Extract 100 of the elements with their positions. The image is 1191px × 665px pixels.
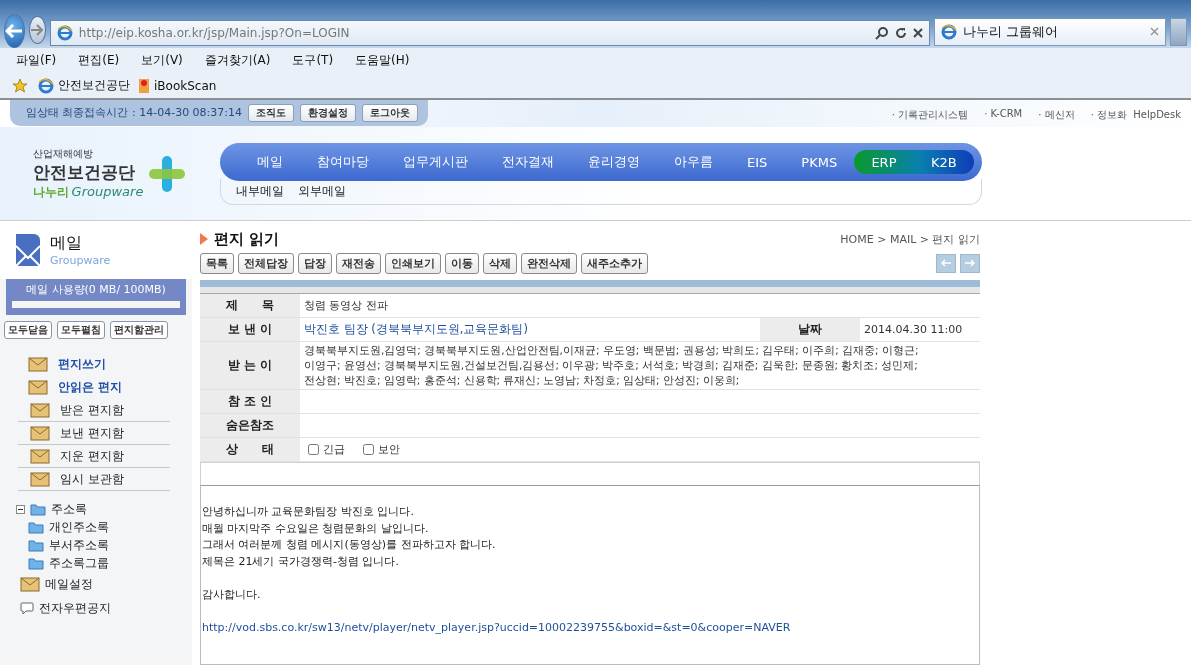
refresh-icon[interactable] <box>894 26 907 39</box>
mail-action-button[interactable]: 삭제 <box>483 252 517 274</box>
field-label: 제 목 <box>200 294 300 317</box>
folder-icon <box>28 538 44 552</box>
submenu-item[interactable]: 내부메일 <box>236 183 284 201</box>
logo-tagline: 산업재해예방 <box>32 146 94 161</box>
sidebar-subtitle: Groupware <box>50 254 111 267</box>
body-text: 안녕하십니까 교육문화팀장 박진호 입니다. <box>202 504 415 520</box>
folder-tool-button[interactable]: 모두펼침 <box>57 321 105 339</box>
checkbox[interactable] <box>308 444 319 455</box>
favorite-link[interactable]: iBookScan <box>138 77 217 94</box>
header-button[interactable]: 환경설정 <box>300 103 357 122</box>
envelope-icon <box>20 576 40 592</box>
mail-folder-item[interactable]: 임시 보관함 <box>18 468 170 491</box>
header-button[interactable]: 조직도 <box>248 103 295 122</box>
address-book-node[interactable]: 주소록 <box>16 501 192 517</box>
address-book-node[interactable]: 부서주소록 <box>16 537 192 553</box>
mail-icon <box>14 232 42 268</box>
mail-action-button[interactable]: 새주소추가 <box>581 252 648 274</box>
mail-action-button[interactable]: 이동 <box>445 252 479 274</box>
mail-action-button[interactable]: 목록 <box>200 252 234 274</box>
address-book-node[interactable]: 개인주소록 <box>16 519 192 535</box>
menu-item[interactable]: 보기(V) <box>141 52 183 70</box>
favorites-star-icon[interactable] <box>12 77 30 94</box>
browser-icon <box>56 24 73 41</box>
sender-link[interactable]: 박진호 팀장 (경북북부지도원,교육문화팀) <box>304 322 528 337</box>
status-checkbox[interactable]: 보안 <box>359 442 400 457</box>
mail-folder-item[interactable]: 안읽은 편지 <box>18 376 170 399</box>
nav-item[interactable]: 아우름 <box>657 153 730 172</box>
address-book-node[interactable]: 주소록그룹 <box>16 555 192 571</box>
body-text: 그래서 여러분께 청렴 메시지(동영상)를 전파하고자 합니다. <box>202 537 497 553</box>
envelope-icon <box>30 402 50 418</box>
mail-folder-item[interactable]: 받은 편지함 <box>18 399 170 422</box>
system-link[interactable]: ERP <box>854 154 914 170</box>
folder-icon <box>28 556 44 570</box>
menu-item[interactable]: 편집(E) <box>78 52 120 70</box>
logo-subtitle: Groupware <box>71 183 144 201</box>
menu-item[interactable]: 파일(F) <box>16 52 57 70</box>
mail-folder-item[interactable]: 지운 편지함 <box>18 445 170 468</box>
submenu-item[interactable]: 외부메일 <box>298 183 346 201</box>
mail-action-button[interactable]: 완전삭제 <box>521 252 577 274</box>
field-label: 상 태 <box>200 438 300 461</box>
address-field[interactable]: http://eip.kosha.or.kr/jsp/Main.jsp?On=LOGIN <box>49 19 930 46</box>
title-marker-icon <box>200 233 208 245</box>
video-link[interactable]: http://vod.sbs.co.kr/sw13/netv/player/netv_player.jsp?uccid=10002239755&boxid=&st=0&cooper=NAVER <box>202 620 791 634</box>
top-link[interactable]: · K-CRM <box>984 107 1023 122</box>
menu-item[interactable]: 도움말(H) <box>355 52 410 70</box>
nav-item[interactable]: PKMS <box>784 154 855 170</box>
nav-item[interactable]: 참여마당 <box>300 153 386 172</box>
nav-item[interactable]: 업무게시판 <box>386 153 485 172</box>
sidebar-link[interactable]: 전자우편공지 <box>16 597 192 619</box>
mail-folder-item[interactable]: 편지쓰기 <box>18 353 170 376</box>
mail-action-button[interactable]: 답장 <box>298 252 332 274</box>
body-text: 감사합니다. <box>202 586 262 603</box>
breadcrumb: HOME > MAIL > 편지 읽기 <box>840 231 980 247</box>
nav-item[interactable]: 전자결재 <box>485 153 571 172</box>
recipients-text: 전상현; 박진호; 임영락; 홍준석; 신용학; 류재신; 노영남; 차정호; 임상태; 안성진; 이웅희; <box>304 373 741 388</box>
checkbox[interactable] <box>363 444 374 455</box>
field-label: 보 낸 이 <box>200 318 300 341</box>
nav-item[interactable]: EIS <box>730 154 785 170</box>
mail-action-button[interactable]: 재전송 <box>336 252 381 274</box>
envelope-icon <box>30 425 50 441</box>
close-icon[interactable] <box>912 27 923 38</box>
envelope-icon <box>28 380 48 395</box>
favorite-link[interactable]: 안전보건공단 <box>38 77 130 95</box>
menu-item[interactable]: 즐겨찾기(A) <box>204 52 271 70</box>
body-text: 매월 마지막주 수요일은 청렴문화의 날입니다. <box>202 520 430 537</box>
menu-item[interactable]: 도구(T) <box>292 52 334 70</box>
sidebar-title: 메일 <box>50 233 83 254</box>
folder-icon <box>30 502 46 516</box>
left-arrow-icon <box>941 259 951 267</box>
back-button[interactable] <box>4 13 25 48</box>
last-login-text: 임상태 최종접속시간 : 14-04-30 08:37:14 <box>26 105 243 121</box>
top-link[interactable]: · 기록관리시스템 <box>891 107 969 122</box>
mail-folder-item[interactable]: 보낸 편지함 <box>18 422 170 445</box>
mail-action-button[interactable]: 전체답장 <box>238 252 294 274</box>
sidebar-link[interactable]: 메일설정 <box>16 573 192 595</box>
top-link[interactable]: · 메신저 <box>1038 107 1075 122</box>
speech-bubble-icon <box>20 601 34 615</box>
forward-button[interactable] <box>28 15 46 44</box>
system-link[interactable]: K2B <box>914 154 974 170</box>
browser-icon <box>940 23 957 40</box>
field-label: 숨은참조 <box>200 414 300 437</box>
nav-item[interactable]: 메일 <box>240 153 300 172</box>
header-button[interactable]: 로그아웃 <box>362 103 419 122</box>
back-arrow-icon <box>5 23 24 38</box>
cross-logo-icon <box>147 153 188 194</box>
folder-tool-button[interactable]: 모두닫음 <box>4 321 52 339</box>
collapse-toggle[interactable] <box>16 504 25 514</box>
status-checkbox[interactable]: 긴급 <box>304 442 345 457</box>
browser-tab[interactable]: 나누리 그룹웨어 <box>933 17 1166 46</box>
envelope-icon <box>30 448 50 464</box>
top-link[interactable]: · 정보화 HelpDesk <box>1090 107 1181 122</box>
nav-item[interactable]: 윤리경영 <box>571 153 657 172</box>
mail-action-button[interactable]: 인쇄보기 <box>385 252 441 274</box>
recipients-text: 경북북부지도원,김영덕; 경북북부지도원,산업안전팀,이재균; 우도영; 백문범; 권용성; 박희도; 김우태; 이주희; 김재중; 이형근; <box>304 343 920 358</box>
folder-tool-button[interactable]: 편지함관리 <box>110 321 168 339</box>
search-icon[interactable] <box>874 25 889 40</box>
logo-subtitle: 나누리 <box>32 183 69 201</box>
field-label: 참 조 인 <box>200 390 300 413</box>
